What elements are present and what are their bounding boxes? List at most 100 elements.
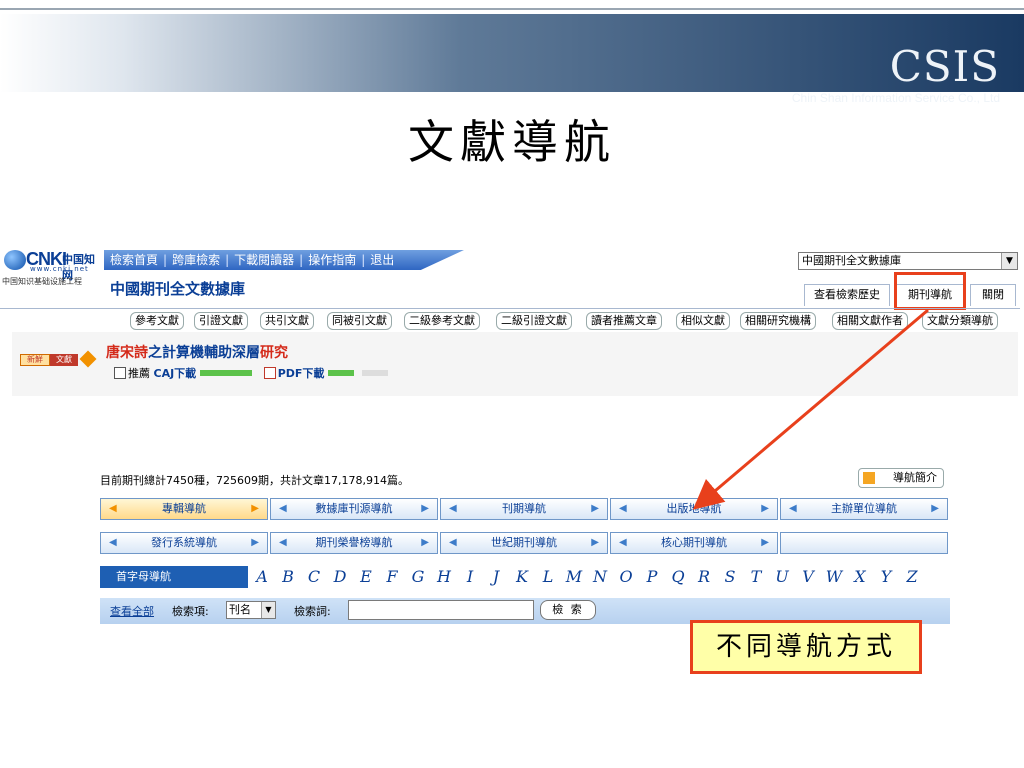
csis-logo: CSIS xyxy=(889,42,1000,91)
navigation-intro-label: 導航簡介 xyxy=(893,471,937,484)
nav-tab-issue[interactable]: ◀ 刊期導航 ▶ xyxy=(440,498,608,520)
letter-p[interactable]: P xyxy=(640,567,664,586)
nav-tab-empty xyxy=(780,532,948,554)
cnki-globe-icon xyxy=(4,250,26,270)
letter-r[interactable]: R xyxy=(692,567,716,586)
pdf-download-link[interactable]: PDF下載 xyxy=(278,367,325,380)
nav-row-2: ◀ 發行系統導航 ▶ ◀ 期刊榮譽榜導航 ▶ ◀ 世紀期刊導航 ▶ ◀ 核心期刊導航 ▶ xyxy=(100,532,950,554)
cnki-logo[interactable]: CNKI 中国知网 www.cnki.net xyxy=(2,249,104,282)
slide-banner: CSIS Chin Shan Information Service Co., … xyxy=(0,14,1024,105)
article-title-part2: 之計算機輔助深層 xyxy=(148,345,260,361)
view-all-link[interactable]: 查看全部 xyxy=(110,603,154,619)
pdf-popularity-bar xyxy=(328,370,355,376)
nav-guide[interactable]: 操作指南 xyxy=(308,253,356,267)
ref-button-similar[interactable]: 相似文獻 xyxy=(676,312,730,330)
letter-z[interactable]: Z xyxy=(900,567,924,586)
letter-q[interactable]: Q xyxy=(666,567,690,586)
ref-button-recommended[interactable]: 讀者推薦文章 xyxy=(586,312,662,330)
recommend-label[interactable]: 推薦 xyxy=(128,367,150,380)
field-label: 檢索項: xyxy=(172,605,209,618)
highlight-box xyxy=(894,272,966,310)
article-title-part3: 研究 xyxy=(260,345,288,361)
tab-search-history[interactable]: 查看檢索歷史 xyxy=(804,284,890,306)
nav-tab-core-journal[interactable]: ◀ 核心期刊導航 ▶ xyxy=(610,532,778,554)
navigation-intro-button[interactable]: 導航簡介 xyxy=(858,468,944,488)
pdf-popularity-bar-rest xyxy=(362,370,389,376)
letter-t[interactable]: T xyxy=(744,567,768,586)
search-button[interactable]: 檢 索 xyxy=(540,600,596,620)
letter-e[interactable]: E xyxy=(354,567,378,586)
letter-v[interactable]: V xyxy=(796,567,820,586)
article-links: 推薦 CAJ下載 PDF下載 xyxy=(114,365,396,381)
letter-m[interactable]: M xyxy=(562,567,586,586)
database-select[interactable]: 中國期刊全文數據庫 ▼ xyxy=(798,252,1018,270)
company-name: Chin Shan Information Service Co., Ltd xyxy=(791,91,1000,105)
nav-logout[interactable]: 退出 xyxy=(370,253,394,267)
letter-u[interactable]: U xyxy=(770,567,794,586)
field-select[interactable]: 刊名 ▼ xyxy=(226,601,276,619)
callout-label: 不同導航方式 xyxy=(690,620,922,674)
letter-c[interactable]: C xyxy=(302,567,326,586)
pdf-icon xyxy=(263,367,276,379)
letter-s[interactable]: S xyxy=(718,567,742,586)
ref-button-citing[interactable]: 引證文獻 xyxy=(194,312,248,330)
nav-tab-special-collection[interactable]: ◀ 專輯導航 ▶ xyxy=(100,498,268,520)
ref-button-second-references[interactable]: 二級參考文獻 xyxy=(404,312,480,330)
database-select-value: 中國期刊全文數據庫 xyxy=(802,254,901,267)
article-title-part1: 唐宋詩 xyxy=(106,345,148,361)
letter-a[interactable]: A xyxy=(250,567,274,586)
chevron-down-icon[interactable]: ▼ xyxy=(261,602,275,618)
slide-top-divider xyxy=(0,8,1024,10)
ref-button-authors[interactable]: 相關文獻作者 xyxy=(832,312,908,330)
letter-navigation: 首字母導航 A B C D E F G H I J K L M N O P Q … xyxy=(100,566,950,588)
slide-title: 文獻導航 xyxy=(408,115,616,169)
diamond-icon xyxy=(79,350,97,368)
letter-h[interactable]: H xyxy=(432,567,456,586)
nav-tab-century[interactable]: ◀ 世紀期刊導航 ▶ xyxy=(440,532,608,554)
caj-download-link[interactable]: CAJ下載 xyxy=(154,367,197,380)
ref-button-co-cited[interactable]: 同被引文獻 xyxy=(327,312,392,330)
letter-navigation-label: 首字母導航 xyxy=(100,566,248,588)
journal-stats: 目前期刊總計7450種，725609期，共計文章17,178,914篇。 xyxy=(100,474,409,487)
field-select-value: 刊名 xyxy=(229,603,251,616)
letter-x[interactable]: X xyxy=(848,567,872,586)
database-title: 中國期刊全文數據庫 xyxy=(110,280,246,298)
ref-button-second-citing[interactable]: 二級引證文獻 xyxy=(496,312,572,330)
letter-b[interactable]: B xyxy=(276,567,300,586)
nav-download-reader[interactable]: 下載閱讀器 xyxy=(234,253,294,267)
cnki-subtitle: 中国知识基础设施工程 xyxy=(2,277,82,286)
nav-tab-database-source[interactable]: ◀ 數據庫刊源導航 ▶ xyxy=(270,498,438,520)
letter-w[interactable]: W xyxy=(822,567,846,586)
letter-g[interactable]: G xyxy=(406,567,430,586)
letter-o[interactable]: O xyxy=(614,567,638,586)
tab-close[interactable]: 關閉 xyxy=(970,284,1016,306)
letter-l[interactable]: L xyxy=(536,567,560,586)
letter-y[interactable]: Y xyxy=(874,567,898,586)
new-badge-part1: 新鮮 xyxy=(20,354,50,366)
new-badge-part2: 文獻 xyxy=(50,354,78,366)
ref-button-classification[interactable]: 文獻分類導航 xyxy=(922,312,998,330)
letter-d[interactable]: D xyxy=(328,567,352,586)
cnki-url: www.cnki.net xyxy=(30,265,89,273)
nav-home[interactable]: 檢索首頁 xyxy=(110,253,158,267)
recommend-icon xyxy=(114,367,126,379)
article-title[interactable]: 唐宋詩之計算機輔助深層研究 xyxy=(106,342,288,362)
ref-button-co-citing[interactable]: 共引文獻 xyxy=(260,312,314,330)
keyword-input[interactable] xyxy=(348,600,534,620)
top-nav-bar: 檢索首頁 | 跨庫檢索 | 下載閱讀器 | 操作指南 | 退出 xyxy=(104,250,464,270)
nav-tab-publication-place[interactable]: ◀ 出版地導航 ▶ xyxy=(610,498,778,520)
nav-tab-sponsor[interactable]: ◀ 主辦單位導航 ▶ xyxy=(780,498,948,520)
ref-button-references[interactable]: 參考文獻 xyxy=(130,312,184,330)
nav-cross-search[interactable]: 跨庫檢索 xyxy=(172,253,220,267)
letter-k[interactable]: K xyxy=(510,567,534,586)
nav-tab-honor-list[interactable]: ◀ 期刊榮譽榜導航 ▶ xyxy=(270,532,438,554)
letter-n[interactable]: N xyxy=(588,567,612,586)
ref-button-institutions[interactable]: 相關研究機構 xyxy=(740,312,816,330)
book-icon xyxy=(863,472,875,484)
chevron-down-icon[interactable]: ▼ xyxy=(1001,253,1017,269)
new-literature-badge: 新鮮 文獻 xyxy=(20,350,100,368)
letter-i[interactable]: I xyxy=(458,567,482,586)
letter-j[interactable]: J xyxy=(484,567,508,586)
letter-f[interactable]: F xyxy=(380,567,404,586)
nav-tab-distribution[interactable]: ◀ 發行系統導航 ▶ xyxy=(100,532,268,554)
